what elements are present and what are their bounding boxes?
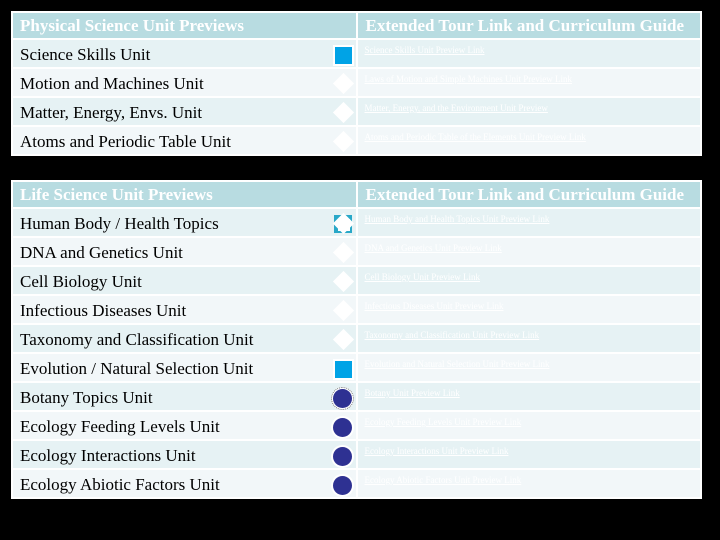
unit-name: Infectious Diseases Unit [20, 301, 187, 320]
table-row: Ecology Interactions Unit Ecology Intera… [11, 439, 702, 470]
link-cell: Taxonomy and Classification Unit Preview… [355, 323, 702, 354]
unit-preview-link[interactable]: Laws of Motion and Simple Machines Unit … [365, 74, 572, 84]
unit-cell: Science Skills Unit [11, 38, 358, 69]
life-science-table: Life Science Unit Previews Extended Tour… [11, 180, 702, 499]
table-row: Evolution / Natural Selection Unit Evolu… [11, 352, 702, 383]
unit-cell: Human Body / Health Topics [11, 207, 358, 238]
link-cell: Science Skills Unit Preview Link [355, 38, 702, 69]
table-row: Ecology Abiotic Factors Unit Ecology Abi… [11, 468, 702, 499]
unit-preview-link[interactable]: Ecology Feeding Levels Unit Preview Link [365, 417, 522, 427]
table-header-row: Physical Science Unit Previews Extended … [11, 11, 702, 40]
unit-preview-link[interactable]: Human Body and Health Topics Unit Previe… [365, 214, 550, 224]
diamond-icon [334, 331, 352, 349]
unit-preview-link[interactable]: Evolution and Natural Selection Unit Pre… [365, 359, 550, 369]
unit-preview-link[interactable]: Matter, Energy, and the Environment Unit… [365, 103, 548, 113]
unit-preview-link[interactable]: Atoms and Periodic Table of the Elements… [365, 132, 586, 142]
table-row: DNA and Genetics Unit DNA and Genetics U… [11, 236, 702, 267]
unit-name: Motion and Machines Unit [20, 74, 204, 93]
unit-preview-link[interactable]: Cell Biology Unit Preview Link [365, 272, 481, 282]
unit-cell: Cell Biology Unit [11, 265, 358, 296]
link-cell: Ecology Interactions Unit Preview Link [355, 439, 702, 470]
table-row: Matter, Energy, Envs. Unit Matter, Energ… [11, 96, 702, 127]
table-row: Cell Biology Unit Cell Biology Unit Prev… [11, 265, 702, 296]
table-row: Botany Topics Unit Botany Unit Preview L… [11, 381, 702, 412]
unit-name: Evolution / Natural Selection Unit [20, 359, 254, 378]
diamond-icon [333, 215, 352, 233]
table-row: Infectious Diseases Unit Infectious Dise… [11, 294, 702, 325]
square-icon [334, 47, 352, 64]
unit-name: Botany Topics Unit [20, 388, 153, 407]
unit-cell: Infectious Diseases Unit [11, 294, 358, 325]
circle-icon [332, 476, 352, 495]
unit-name: Cell Biology Unit [20, 272, 142, 291]
diamond-icon [334, 273, 352, 291]
unit-cell: Matter, Energy, Envs. Unit [11, 96, 358, 127]
table-header-row: Life Science Unit Previews Extended Tour… [11, 180, 702, 209]
table-row: Science Skills Unit Science Skills Unit … [11, 38, 702, 69]
unit-cell: Ecology Interactions Unit [11, 439, 358, 470]
unit-cell: Motion and Machines Unit [11, 67, 358, 98]
table-row: Ecology Feeding Levels Unit Ecology Feed… [11, 410, 702, 441]
unit-preview-link[interactable]: DNA and Genetics Unit Preview Link [365, 243, 502, 253]
diamond-icon [334, 244, 352, 262]
circle-icon [332, 418, 352, 437]
unit-cell: DNA and Genetics Unit [11, 236, 358, 267]
circle-icon [332, 447, 352, 466]
physical-header-units: Physical Science Unit Previews [11, 11, 358, 40]
physical-science-table: Physical Science Unit Previews Extended … [11, 11, 702, 156]
unit-preview-link[interactable]: Infectious Diseases Unit Preview Link [365, 301, 504, 311]
link-cell: Human Body and Health Topics Unit Previe… [355, 207, 702, 238]
life-header-units: Life Science Unit Previews [11, 180, 358, 209]
table-row: Human Body / Health Topics Human Body an… [11, 207, 702, 238]
unit-preview-link[interactable]: Science Skills Unit Preview Link [365, 45, 485, 55]
diamond-icon [334, 104, 352, 122]
link-cell: Ecology Feeding Levels Unit Preview Link [355, 410, 702, 441]
unit-name: Science Skills Unit [20, 45, 151, 64]
unit-preview-link[interactable]: Ecology Abiotic Factors Unit Preview Lin… [365, 475, 522, 485]
unit-name: Matter, Energy, Envs. Unit [20, 103, 203, 122]
link-cell: Infectious Diseases Unit Preview Link [355, 294, 702, 325]
unit-cell: Taxonomy and Classification Unit [11, 323, 358, 354]
diamond-icon [334, 133, 352, 151]
unit-preview-link[interactable]: Ecology Interactions Unit Preview Link [365, 446, 509, 456]
unit-name: Human Body / Health Topics [20, 214, 219, 233]
diamond-icon [334, 302, 352, 320]
table-row: Atoms and Periodic Table Unit Atoms and … [11, 125, 702, 156]
unit-name: Ecology Abiotic Factors Unit [20, 475, 220, 494]
physical-header-links: Extended Tour Link and Curriculum Guide [355, 11, 702, 40]
unit-cell: Botany Topics Unit [11, 381, 358, 412]
square-icon [334, 361, 352, 378]
unit-name: Atoms and Periodic Table Unit [20, 132, 231, 151]
unit-cell: Evolution / Natural Selection Unit [11, 352, 358, 383]
link-cell: Cell Biology Unit Preview Link [355, 265, 702, 296]
link-cell: Evolution and Natural Selection Unit Pre… [355, 352, 702, 383]
unit-cell: Ecology Feeding Levels Unit [11, 410, 358, 441]
unit-cell: Ecology Abiotic Factors Unit [11, 468, 358, 499]
unit-preview-link[interactable]: Botany Unit Preview Link [365, 388, 460, 398]
life-header-links: Extended Tour Link and Curriculum Guide [355, 180, 702, 209]
unit-preview-link[interactable]: Taxonomy and Classification Unit Preview… [365, 330, 540, 340]
table-row: Taxonomy and Classification Unit Taxonom… [11, 323, 702, 354]
unit-name: DNA and Genetics Unit [20, 243, 183, 262]
link-cell: Laws of Motion and Simple Machines Unit … [355, 67, 702, 98]
link-cell: Matter, Energy, and the Environment Unit… [355, 96, 702, 127]
unit-name: Ecology Feeding Levels Unit [20, 417, 220, 436]
unit-cell: Atoms and Periodic Table Unit [11, 125, 358, 156]
link-cell: Botany Unit Preview Link [355, 381, 702, 412]
table-row: Motion and Machines Unit Laws of Motion … [11, 67, 702, 98]
diamond-icon [334, 75, 352, 93]
link-cell: DNA and Genetics Unit Preview Link [355, 236, 702, 267]
unit-name: Taxonomy and Classification Unit [20, 330, 254, 349]
unit-name: Ecology Interactions Unit [20, 446, 196, 465]
link-cell: Atoms and Periodic Table of the Elements… [355, 125, 702, 156]
link-cell: Ecology Abiotic Factors Unit Preview Lin… [355, 468, 702, 499]
circle-icon [330, 387, 354, 409]
